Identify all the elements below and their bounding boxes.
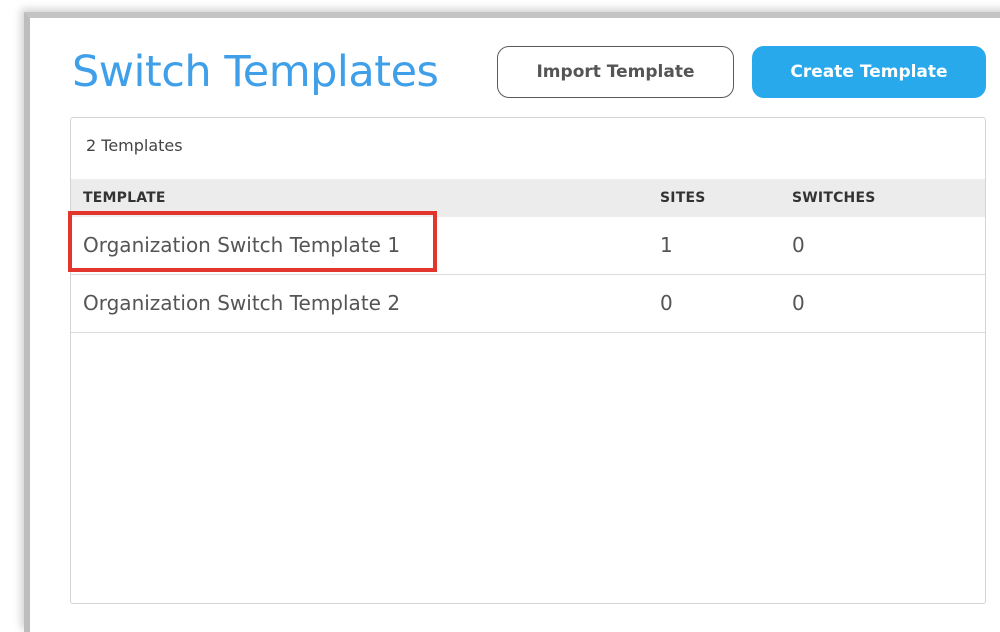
switches-count-cell: 0 — [792, 291, 805, 315]
highlight-annotation-box — [68, 211, 437, 272]
sites-count-cell: 1 — [660, 233, 673, 257]
switches-count-cell: 0 — [792, 233, 805, 257]
sites-count-cell: 0 — [660, 291, 673, 315]
table-row[interactable]: Organization Switch Template 2 0 0 — [71, 275, 985, 333]
template-name-cell[interactable]: Organization Switch Template 2 — [83, 275, 400, 331]
templates-count: 2 Templates — [86, 136, 183, 155]
column-header-switches[interactable]: SWITCHES — [792, 179, 876, 217]
page-title: Switch Templates — [72, 47, 439, 97]
create-template-button[interactable]: Create Template — [752, 46, 986, 98]
templates-panel: 2 Templates TEMPLATE SITES SWITCHES Orga… — [70, 117, 986, 604]
import-template-button[interactable]: Import Template — [497, 46, 734, 98]
column-header-sites[interactable]: SITES — [660, 179, 706, 217]
